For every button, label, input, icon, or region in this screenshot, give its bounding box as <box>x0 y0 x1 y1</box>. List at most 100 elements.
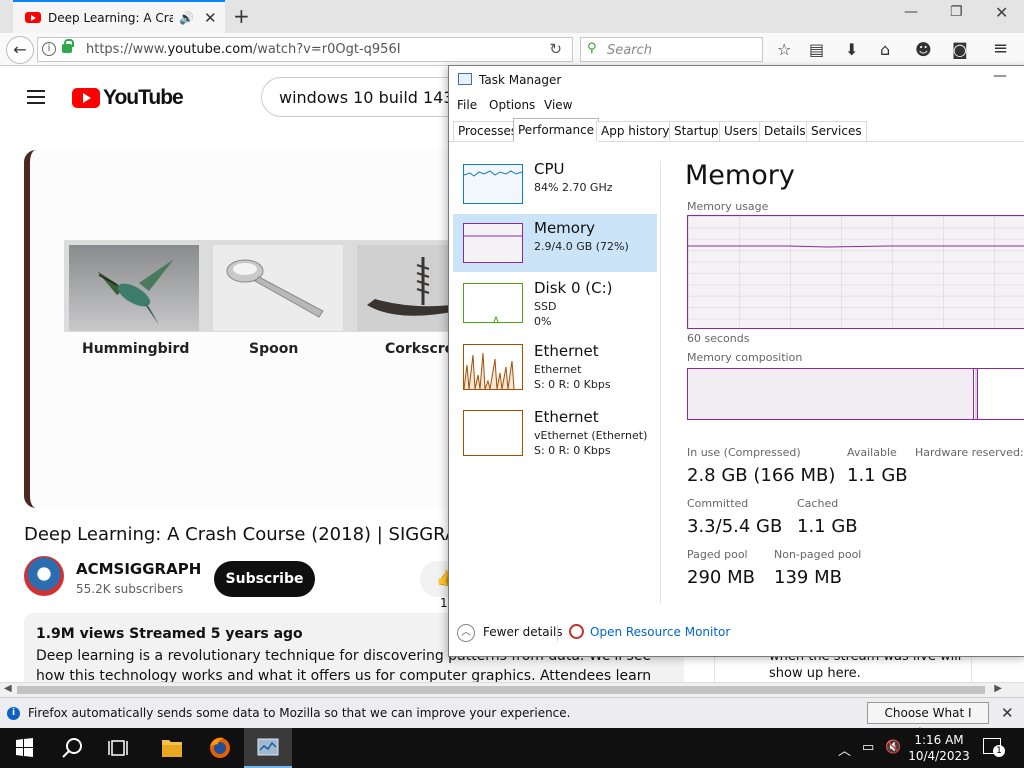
browser-search-input[interactable]: ⚲ Search <box>580 37 763 62</box>
thumbnail-strip <box>64 240 484 332</box>
youtube-logo[interactable]: YouTube <box>72 86 184 110</box>
choose-what-i-share-button[interactable]: Choose What I Share <box>867 702 989 740</box>
scrollbar-thumb[interactable] <box>17 686 985 694</box>
volume-muted-icon[interactable]: 🔇 <box>885 740 901 755</box>
close-notification-icon[interactable]: ✕ <box>1001 704 1014 722</box>
reload-icon[interactable]: ↻ <box>549 40 562 58</box>
search-icon: ⚲ <box>587 41 597 56</box>
minimize-icon[interactable]: — <box>993 68 1007 84</box>
subscriber-count: 55.2K subscribers <box>76 582 184 596</box>
horizontal-scrollbar[interactable]: ◀ ▶ <box>0 682 1024 697</box>
browser-navbar: ← i https://www.youtube.com/watch?v=r0Og… <box>0 33 1024 66</box>
menu-options[interactable]: Options <box>489 98 535 112</box>
tab-app-history[interactable]: App history <box>596 121 675 141</box>
task-manager-titlebar[interactable]: Task Manager — <box>449 66 1024 94</box>
perf-sub: S: 0 R: 0 Kbps <box>534 444 611 457</box>
performance-sidebar: CPU 84% 2.70 GHz Memory 2.9/4.0 GB (72%)… <box>449 143 661 603</box>
restore-window-icon[interactable]: ❐ <box>950 4 963 20</box>
stat-label: Non-paged pool <box>774 548 862 561</box>
file-explorer-button[interactable] <box>148 728 196 768</box>
close-tab-icon[interactable]: ✕ <box>204 9 217 27</box>
stat-value: 139 MB <box>774 567 842 588</box>
start-button[interactable] <box>0 728 48 768</box>
perf-item-vethernet[interactable]: Ethernet vEthernet (Ethernet) S: 0 R: 0 … <box>453 403 657 461</box>
task-view-button[interactable] <box>96 728 144 768</box>
back-button[interactable]: ← <box>6 36 34 64</box>
url-bar[interactable]: i https://www.youtube.com/watch?v=r0Ogt-… <box>37 37 573 62</box>
stat-label: Committed <box>687 497 749 510</box>
perf-name: Ethernet <box>534 342 599 360</box>
tab-startup[interactable]: Startup <box>669 121 724 141</box>
memory-composition-label: Memory composition <box>687 351 803 364</box>
show-hidden-icons[interactable]: ︿ <box>838 740 851 759</box>
chevron-up-icon[interactable]: ︿ <box>457 624 475 642</box>
stat-label: Paged pool <box>687 548 748 561</box>
perf-sub: 84% 2.70 GHz <box>534 181 613 194</box>
subscribe-button[interactable]: Subscribe <box>214 561 315 597</box>
perf-item-disk[interactable]: Disk 0 (C:) SSD 0% <box>453 274 657 332</box>
info-icon: i <box>7 707 20 720</box>
scroll-left-icon[interactable]: ◀ <box>4 683 12 694</box>
task-manager-icon <box>257 738 279 756</box>
video-player[interactable]: Hummingbird Spoon Corkscrew <box>24 150 484 508</box>
tab-users[interactable]: Users <box>719 121 763 141</box>
perf-item-cpu[interactable]: CPU 84% 2.70 GHz <box>453 155 657 213</box>
bookmark-star-icon[interactable]: ☆ <box>777 40 791 59</box>
pocket-icon[interactable]: ◙ <box>952 40 968 59</box>
browser-tab-youtube[interactable]: Deep Learning: A Cras... 🔊 ✕ <box>13 0 225 33</box>
firefox-taskbar-button[interactable] <box>196 728 244 768</box>
fewer-details-link[interactable]: Fewer details <box>483 625 563 639</box>
task-manager-title: Task Manager <box>479 73 562 87</box>
scroll-right-icon[interactable]: ▶ <box>994 683 1002 694</box>
task-manager-menubar: File Options View <box>449 96 1024 116</box>
panel-divider <box>660 161 661 604</box>
close-window-icon[interactable]: ✕ <box>995 3 1008 22</box>
disk-mini-graph <box>463 283 523 323</box>
action-center-icon[interactable]: 1 <box>983 738 1005 757</box>
perf-sub: 2.9/4.0 GB (72%) <box>534 240 629 253</box>
graph-duration-label: 60 seconds <box>687 332 750 345</box>
tab-performance[interactable]: Performance <box>513 118 600 142</box>
clock[interactable]: 1:16 AM 10/4/2023 <box>903 732 975 764</box>
thumbnail-label: Hummingbird <box>82 341 190 357</box>
hummingbird-image <box>69 245 199 331</box>
memory-composition-bar[interactable] <box>687 368 1024 420</box>
hello-icon[interactable]: ☻ <box>915 40 932 59</box>
stat-label: Available <box>847 446 897 459</box>
stat-label: In use (Compressed) <box>687 446 801 459</box>
home-icon[interactable]: ⌂ <box>880 40 890 59</box>
new-tab-button[interactable]: + <box>233 4 250 28</box>
perf-sub: 0% <box>534 315 552 328</box>
perf-item-memory[interactable]: Memory 2.9/4.0 GB (72%) <box>453 214 657 272</box>
stat-value: 1.1 GB <box>847 465 908 486</box>
task-manager-taskbar-button[interactable] <box>244 728 292 768</box>
in-use-segment <box>688 369 974 419</box>
minimize-window-icon[interactable]: — <box>904 4 918 20</box>
resource-monitor-icon <box>569 624 584 639</box>
speaker-icon[interactable]: 🔊 <box>179 11 194 25</box>
youtube-favicon-icon <box>25 12 41 23</box>
reading-list-icon[interactable]: ▤ <box>809 40 824 59</box>
menu-view[interactable]: View <box>544 98 572 112</box>
firefox-icon <box>210 737 230 758</box>
perf-name: CPU <box>534 160 565 178</box>
site-info-icon[interactable]: i <box>42 42 56 56</box>
menu-hamburger-icon[interactable]: ≡ <box>993 38 1008 59</box>
task-manager-window: Task Manager — File Options View Process… <box>448 65 1024 657</box>
footer-separator <box>557 625 558 641</box>
open-resource-monitor-link[interactable]: Open Resource Monitor <box>590 625 730 639</box>
menu-file[interactable]: File <box>457 98 477 112</box>
downloads-icon[interactable]: ⬇ <box>845 40 858 59</box>
channel-avatar[interactable] <box>24 556 64 596</box>
tab-processes[interactable]: Processes <box>453 121 523 141</box>
memory-usage-label: Memory usage <box>687 200 769 213</box>
network-icon[interactable]: ▭ <box>862 740 874 755</box>
cortana-search-button[interactable] <box>48 728 96 768</box>
guide-menu-icon[interactable] <box>27 90 45 104</box>
tab-details[interactable]: Details <box>759 121 811 141</box>
tab-services[interactable]: Services <box>806 121 867 141</box>
thumbnail-label: Spoon <box>249 341 299 357</box>
url-text: https://www.youtube.com/watch?v=r0Ogt-q9… <box>86 42 401 57</box>
channel-name[interactable]: ACMSIGGRAPH <box>76 560 201 578</box>
perf-item-ethernet[interactable]: Ethernet Ethernet S: 0 R: 0 Kbps <box>453 337 657 395</box>
